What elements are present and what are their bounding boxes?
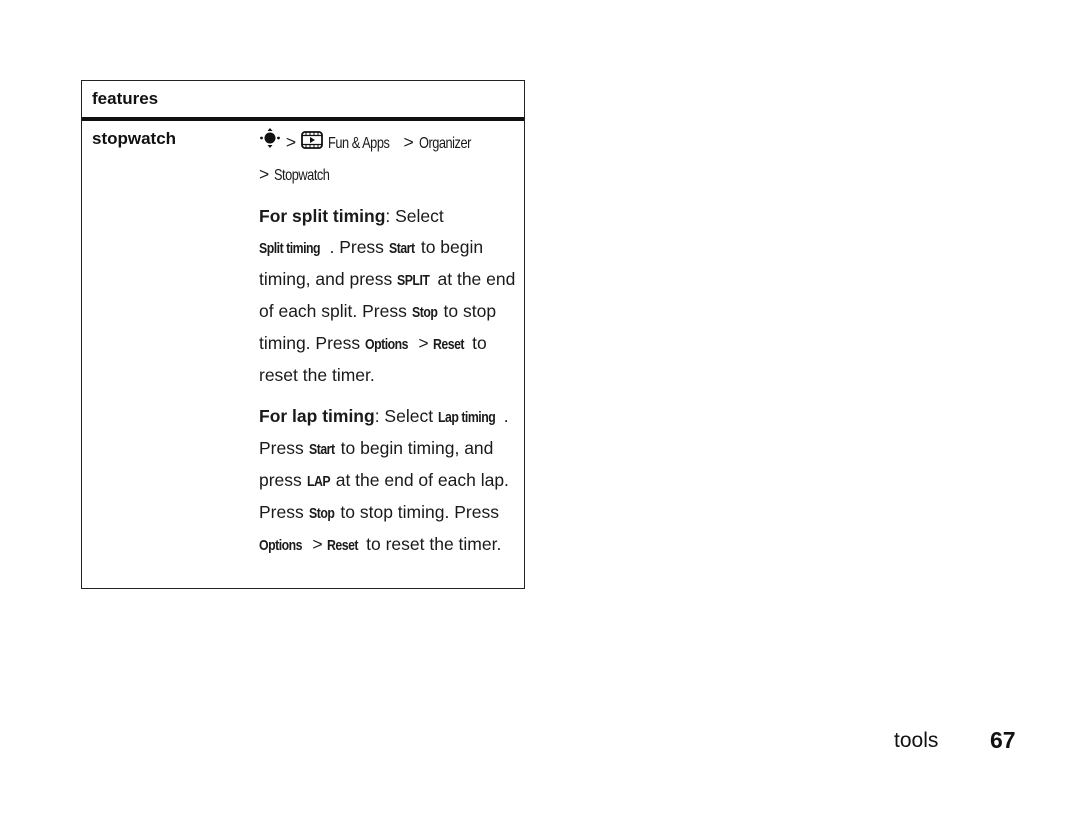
split-timing-paragraph: For split timing: Select Split timing . P… — [259, 201, 519, 391]
fun-apps-icon — [301, 128, 323, 159]
menu-item-fun-apps: Fun & Apps — [327, 135, 390, 152]
features-table: features stopwatch > Fun & Apps > Organi… — [81, 80, 525, 589]
lap-timing-title: For lap timing — [259, 406, 375, 427]
page-number: 67 — [990, 727, 1016, 753]
key-reset: Reset — [433, 336, 465, 354]
key-lap-timing: Lap timing — [437, 409, 496, 427]
key-split: SPLIT — [397, 272, 430, 290]
path-separator: > — [285, 132, 297, 152]
nav-key-center-icon — [259, 127, 281, 159]
path-separator: > — [403, 132, 414, 152]
section-name: tools — [894, 729, 939, 752]
menu-path-continued: > Stopwatch — [259, 159, 519, 191]
feature-description: > Fun & Apps > Organizer > Stopwatch For… — [259, 127, 519, 561]
table-header: features — [82, 81, 524, 121]
text: : Select — [374, 406, 438, 427]
key-stop: Stop — [308, 505, 335, 523]
key-split-timing: Split timing — [259, 240, 321, 258]
key-start: Start — [308, 441, 335, 459]
key-lap: LAP — [306, 473, 331, 491]
key-stop: Stop — [411, 304, 438, 322]
menu-path: > Fun & Apps > Organizer — [259, 127, 519, 159]
feature-name: stopwatch — [92, 129, 177, 148]
text: > — [413, 333, 434, 354]
key-reset: Reset — [327, 537, 359, 555]
text: . Press — [329, 237, 389, 258]
text: to stop timing. Press — [335, 502, 499, 523]
table-header-label: features — [92, 89, 159, 108]
key-options: Options — [365, 336, 409, 354]
split-timing-title: For split timing — [259, 206, 386, 227]
path-separator: > — [259, 164, 270, 185]
lap-timing-paragraph: For lap timing: Select Lap timing. Press… — [259, 401, 519, 561]
text: to reset the timer. — [361, 534, 502, 555]
menu-item-stopwatch: Stopwatch — [274, 167, 330, 185]
key-start: Start — [388, 240, 415, 258]
text: > — [307, 534, 328, 555]
menu-item-organizer: Organizer — [418, 135, 471, 152]
key-options: Options — [259, 537, 303, 555]
text: : Select — [385, 206, 444, 227]
